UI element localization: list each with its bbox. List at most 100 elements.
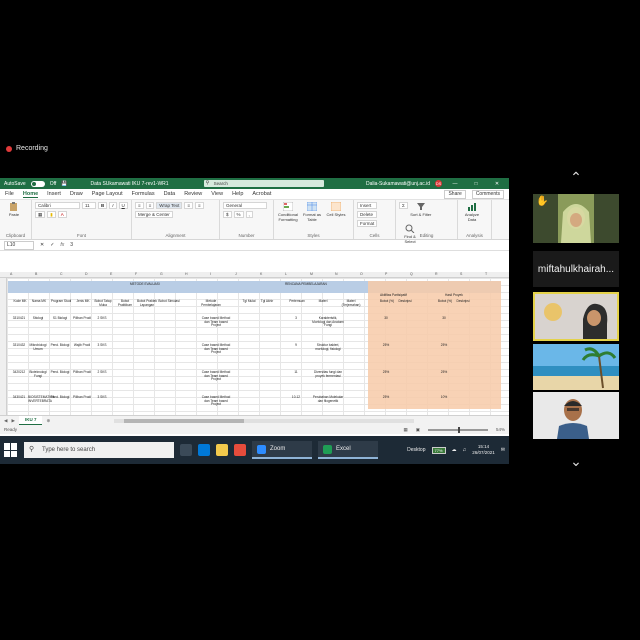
table-cell-nama[interactable]: Bioteknologi Fungi bbox=[28, 370, 48, 378]
table-cell-metode[interactable]: Case based Method dan Team based Project bbox=[200, 370, 232, 382]
participant-video-active-speaker[interactable] bbox=[533, 292, 619, 341]
cancel-icon[interactable]: ✕ bbox=[40, 242, 44, 248]
zoom-slider[interactable] bbox=[427, 426, 488, 433]
table-cell-pertemuan[interactable]: 11 bbox=[286, 370, 306, 375]
table-cell-pertemuan[interactable]: 10-12 bbox=[286, 395, 306, 400]
table-cell-aktif[interactable]: 25% bbox=[376, 370, 396, 375]
save-icon[interactable]: 💾 bbox=[61, 181, 67, 187]
wrap-text-button[interactable]: Wrap Text bbox=[156, 202, 183, 209]
align-top-icon[interactable]: ≡ bbox=[135, 202, 144, 209]
add-sheet-icon[interactable]: ⊕ bbox=[46, 418, 50, 424]
windows-start-icon[interactable] bbox=[4, 443, 18, 457]
table-cell-sks[interactable]: 3 SKS bbox=[92, 395, 112, 400]
table-cell-hasil[interactable]: 10% bbox=[434, 395, 454, 400]
tab-formulas[interactable]: Formulas bbox=[132, 191, 155, 197]
column-header-d[interactable]: D bbox=[85, 272, 88, 276]
tab-data[interactable]: Data bbox=[164, 191, 176, 197]
name-box[interactable]: L10 bbox=[4, 240, 34, 250]
scroll-down-chevron-icon[interactable]: ⌄ bbox=[563, 454, 589, 468]
comma-icon[interactable]: , bbox=[245, 211, 253, 218]
table-cell-pertemuan[interactable]: 3 bbox=[286, 316, 306, 321]
font-size-select[interactable]: 11 bbox=[82, 202, 96, 209]
column-header-e[interactable]: E bbox=[110, 272, 112, 276]
worksheet-grid[interactable]: A B C D E F G H I J K L M N O P Q R S T METODE EVALUASI REN… bbox=[0, 272, 509, 415]
edge-icon[interactable] bbox=[198, 444, 210, 456]
volume-icon[interactable]: ♫ bbox=[463, 447, 467, 453]
paste-button[interactable]: Paste bbox=[3, 202, 25, 222]
underline-icon[interactable]: U bbox=[118, 202, 128, 209]
table-cell-nama[interactable]: Sitologi bbox=[28, 316, 48, 321]
table-cell-prodi[interactable]: S1 Biologi bbox=[50, 316, 70, 321]
page-layout-icon[interactable]: ▣ bbox=[416, 427, 420, 433]
tab-help[interactable]: Help bbox=[232, 191, 243, 197]
percent-icon[interactable]: % bbox=[233, 211, 244, 218]
tab-insert[interactable]: Insert bbox=[47, 191, 61, 197]
column-header-q[interactable]: Q bbox=[410, 272, 413, 276]
chrome-icon[interactable] bbox=[234, 444, 246, 456]
merge-center-button[interactable]: Merge & Center bbox=[135, 211, 173, 218]
autosum-icon[interactable]: Σ bbox=[399, 202, 408, 209]
column-header-b[interactable]: B bbox=[35, 272, 37, 276]
format-cells-button[interactable]: Format bbox=[357, 220, 378, 227]
tab-review[interactable]: Review bbox=[184, 191, 202, 197]
user-avatar[interactable]: DS bbox=[435, 180, 442, 187]
task-view-icon[interactable] bbox=[180, 444, 192, 456]
column-header-c[interactable]: C bbox=[60, 272, 63, 276]
column-header-l[interactable]: L bbox=[285, 272, 287, 276]
conditional-formatting-button[interactable]: Conditional Formatting bbox=[277, 202, 299, 222]
align-left-icon[interactable]: ≡ bbox=[184, 202, 194, 209]
table-cell-aktif[interactable]: 25% bbox=[376, 395, 396, 400]
table-cell-prodi[interactable]: Pend. Biologi bbox=[50, 343, 70, 348]
horizontal-scrollbar[interactable] bbox=[114, 418, 415, 423]
network-icon[interactable]: ☁ bbox=[452, 447, 457, 453]
tray-desktop-label[interactable]: Desktop bbox=[407, 447, 425, 453]
column-header-m[interactable]: M bbox=[310, 272, 313, 276]
fill-color-icon[interactable]: ▮ bbox=[47, 211, 56, 218]
share-button[interactable]: Share bbox=[444, 189, 466, 199]
table-cell-jenis[interactable]: Wajib Prodi bbox=[72, 343, 92, 348]
table-cell-hasil[interactable]: 25% bbox=[434, 343, 454, 348]
table-cell-nama[interactable]: BIOSISTEMATIKA INVERTEBRATA bbox=[28, 395, 54, 403]
bold-icon[interactable]: B bbox=[98, 202, 108, 209]
table-cell-jenis[interactable]: Pilihan Prodi bbox=[72, 370, 92, 375]
participant-video-beach[interactable] bbox=[533, 344, 619, 390]
align-center-icon[interactable]: ≡ bbox=[195, 202, 204, 209]
font-color-icon[interactable]: A bbox=[57, 211, 67, 218]
column-header-o[interactable]: O bbox=[360, 272, 363, 276]
borders-icon[interactable]: ▦ bbox=[35, 211, 46, 218]
table-cell-aktif[interactable]: 30 bbox=[376, 316, 396, 321]
column-header-p[interactable]: P bbox=[385, 272, 387, 276]
participant-name-tile[interactable]: miftahulkhairah... bbox=[533, 251, 619, 287]
cell-styles-button[interactable]: Cell Styles bbox=[325, 202, 347, 222]
tab-draw[interactable]: Draw bbox=[70, 191, 83, 197]
table-cell-metode[interactable]: Case based Method dan Team based Project bbox=[200, 343, 232, 355]
table-cell-kode[interactable]: 3310421 bbox=[9, 316, 29, 321]
column-header-i[interactable]: I bbox=[210, 272, 211, 276]
tab-next-icon[interactable]: ▶ bbox=[11, 418, 14, 424]
table-cell-prodi[interactable]: Pend. Biologi bbox=[50, 370, 70, 375]
tab-view[interactable]: View bbox=[211, 191, 223, 197]
table-cell-metode[interactable]: Case based Method dan Team based Project bbox=[200, 395, 232, 407]
align-middle-icon[interactable]: ≡ bbox=[145, 202, 155, 209]
minimize-icon[interactable]: — bbox=[447, 181, 463, 187]
table-cell-hasil[interactable]: 30 bbox=[434, 316, 454, 321]
table-cell-nama[interactable]: Mikrobiologi Umum bbox=[28, 343, 48, 351]
table-cell-materi[interactable]: Diversitas fungi dan proyek fermentasi bbox=[312, 370, 344, 378]
sheet-tab-iku7[interactable]: IKU 7 bbox=[18, 416, 43, 425]
close-icon[interactable]: ✕ bbox=[489, 181, 505, 187]
table-cell-sks[interactable]: 3 SKS bbox=[92, 343, 112, 348]
taskbar-app-excel[interactable]: Excel bbox=[318, 441, 378, 459]
system-clock[interactable]: 15:14 26/07/2021 bbox=[472, 444, 495, 456]
analyze-data-button[interactable]: Analyze Data bbox=[461, 202, 483, 222]
notifications-icon[interactable]: ✉ bbox=[501, 447, 505, 453]
tab-file[interactable]: File bbox=[5, 191, 14, 197]
enter-icon[interactable]: ✓ bbox=[50, 242, 54, 248]
table-cell-sks[interactable]: 2 SKS bbox=[92, 370, 112, 375]
table-cell-kode[interactable]: 3310432 bbox=[9, 343, 29, 348]
title-search-input[interactable]: ⚲ Search bbox=[203, 180, 324, 187]
battery-indicator[interactable]: 77% bbox=[431, 446, 446, 454]
tab-prev-icon[interactable]: ◀ bbox=[4, 418, 7, 424]
zoom-level[interactable]: 54% bbox=[496, 427, 505, 432]
table-cell-materi[interactable]: Perubahan Molekular dan filogenetik bbox=[312, 395, 344, 403]
column-header-f[interactable]: F bbox=[135, 272, 137, 276]
